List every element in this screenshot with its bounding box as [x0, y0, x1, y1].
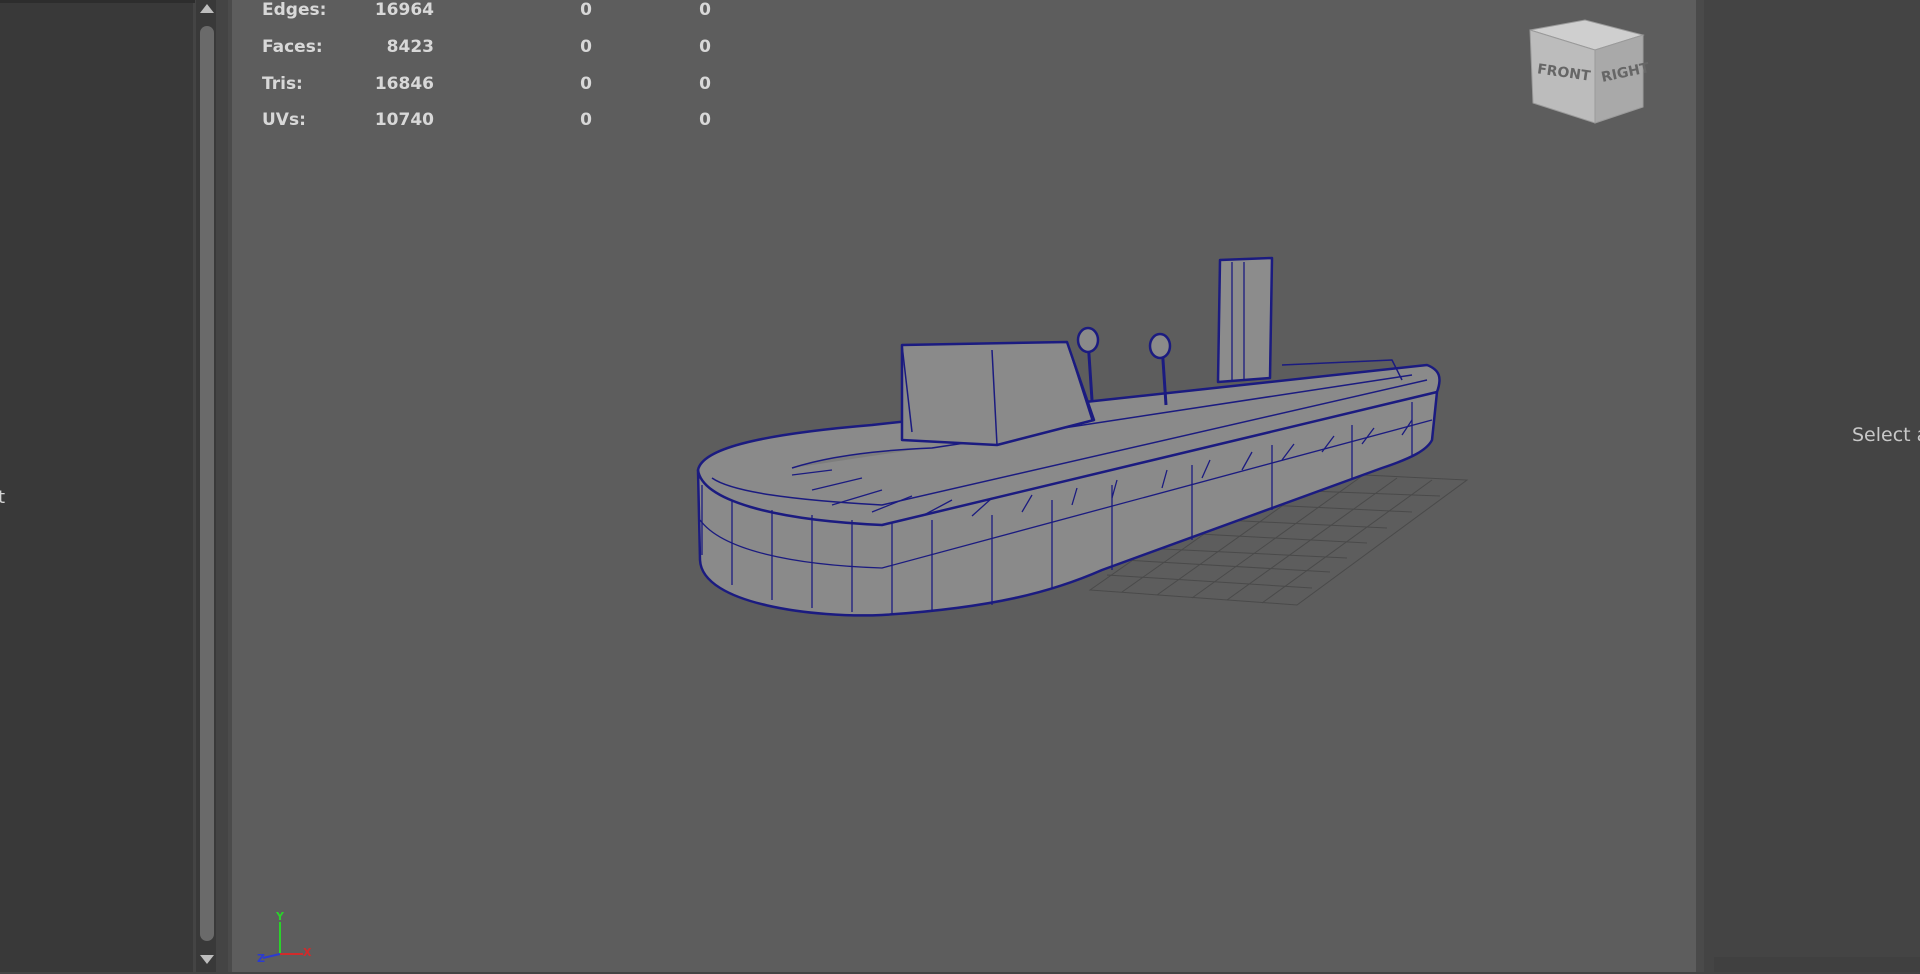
axis-z-label: Z: [257, 952, 265, 965]
outliner-panel[interactable]: t: [0, 0, 195, 972]
scroll-up-icon[interactable]: [200, 4, 214, 13]
scrollbar-thumb[interactable]: [200, 26, 214, 941]
panel-divider[interactable]: [1696, 0, 1704, 972]
attribute-panel-footer: [1714, 957, 1920, 972]
attribute-panel[interactable]: Select a: [1704, 0, 1920, 972]
axis-indicator: Y X Z: [255, 910, 315, 974]
panel-top-edge: [0, 0, 195, 3]
scroll-down-icon[interactable]: [200, 955, 214, 964]
outliner-clipped-text: t: [0, 487, 6, 508]
view-cube[interactable]: FRONT RIGHT: [1525, 15, 1651, 129]
model-canvas[interactable]: [232, 0, 1696, 972]
attribute-panel-message: Select a: [1852, 424, 1920, 446]
boat-model: [696, 256, 1441, 617]
axis-x-label: X: [303, 946, 312, 959]
axis-y-label: Y: [276, 910, 284, 923]
